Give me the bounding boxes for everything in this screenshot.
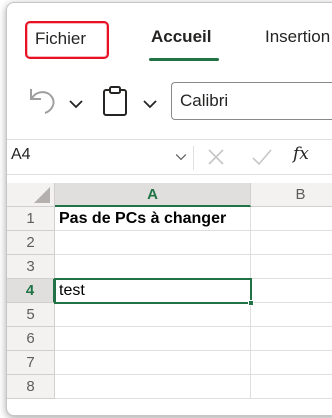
undo-icon[interactable] (25, 83, 61, 119)
tab-fichier-label: Fichier (35, 29, 87, 48)
cell-b5[interactable] (251, 303, 332, 327)
cell-b2[interactable] (251, 231, 332, 255)
cell-b1[interactable] (251, 207, 332, 231)
tab-accueil[interactable]: Accueil (151, 27, 211, 47)
cell-a2[interactable] (55, 231, 251, 255)
cell-b6[interactable] (251, 327, 332, 351)
cell-a3[interactable] (55, 255, 251, 279)
row-header-5[interactable]: 5 (7, 303, 55, 327)
row-header-1[interactable]: 1 (7, 207, 55, 231)
cancel-icon[interactable] (207, 148, 225, 166)
formula-bar: A4 fx (7, 139, 332, 175)
cell-a7[interactable] (55, 351, 251, 375)
row-header-2[interactable]: 2 (7, 231, 55, 255)
tab-fichier[interactable]: Fichier (25, 21, 109, 59)
excel-window: Fichier Accueil Insertion Calibri A4 fx … (6, 2, 332, 416)
row-header-8[interactable]: 8 (7, 375, 55, 399)
formula-bar-separator (193, 146, 194, 170)
column-header-b[interactable]: B (251, 183, 332, 207)
cell-a8[interactable] (55, 375, 251, 399)
paste-dropdown-chevron-icon[interactable] (143, 99, 157, 109)
row-header-3[interactable]: 3 (7, 255, 55, 279)
name-box-chevron-icon[interactable] (175, 153, 187, 161)
column-header-a[interactable]: A (55, 183, 251, 207)
insert-function-icon[interactable]: fx (293, 144, 309, 164)
row-header-6[interactable]: 6 (7, 327, 55, 351)
row-header-4[interactable]: 4 (7, 279, 55, 303)
select-all-triangle-icon (34, 187, 50, 203)
active-cell-outline (54, 278, 252, 304)
cell-a5[interactable] (55, 303, 251, 327)
cell-a1[interactable]: Pas de PCs à changer (55, 207, 251, 231)
font-name-box[interactable]: Calibri (171, 82, 332, 120)
cell-b4[interactable] (251, 279, 332, 303)
cell-b8[interactable] (251, 375, 332, 399)
ribbon-tabs: Fichier Accueil Insertion (7, 3, 332, 71)
fill-handle[interactable] (248, 300, 254, 306)
active-tab-indicator (149, 58, 219, 61)
row-header-7[interactable]: 7 (7, 351, 55, 375)
font-name-value: Calibri (180, 91, 229, 110)
cell-b3[interactable] (251, 255, 332, 279)
cell-a6[interactable] (55, 327, 251, 351)
tab-insertion[interactable]: Insertion (265, 27, 330, 47)
worksheet-grid[interactable]: A B 1 2 3 4 5 6 7 8 Pas de PCs à changer… (7, 183, 332, 415)
cell-b7[interactable] (251, 351, 332, 375)
name-box[interactable]: A4 (11, 146, 31, 164)
select-all-button[interactable] (7, 183, 55, 207)
paste-icon[interactable] (101, 85, 129, 117)
ribbon-toolbar: Calibri (7, 71, 332, 131)
undo-dropdown-chevron-icon[interactable] (69, 99, 83, 109)
enter-check-icon[interactable] (251, 148, 273, 166)
